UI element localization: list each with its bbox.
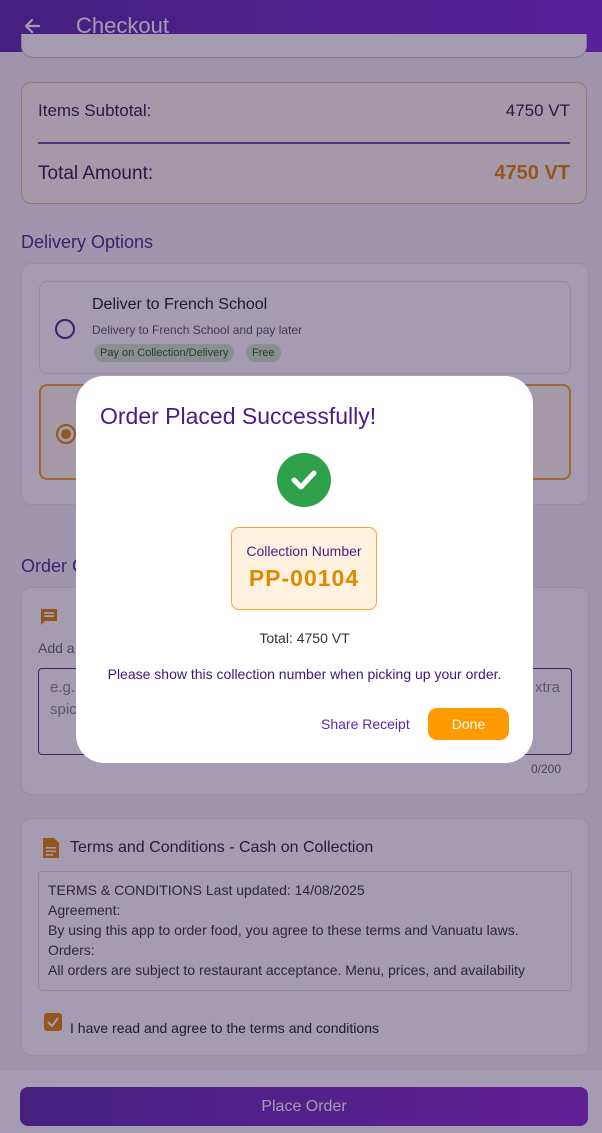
collection-number-box: Collection Number PP-00104 [231, 527, 377, 610]
collection-number-label: Collection Number [246, 543, 362, 559]
order-success-dialog: Order Placed Successfully! Collection Nu… [76, 376, 533, 763]
done-button[interactable]: Done [428, 708, 509, 740]
dialog-total: Total: 4750 VT [259, 630, 350, 646]
dialog-message: Please show this collection number when … [107, 666, 502, 682]
dialog-title: Order Placed Successfully! [100, 403, 377, 429]
collection-number: PP-00104 [248, 565, 360, 591]
checkmark-icon [291, 470, 317, 490]
share-receipt-button[interactable]: Share Receipt [321, 716, 410, 732]
success-check-icon [277, 453, 331, 507]
